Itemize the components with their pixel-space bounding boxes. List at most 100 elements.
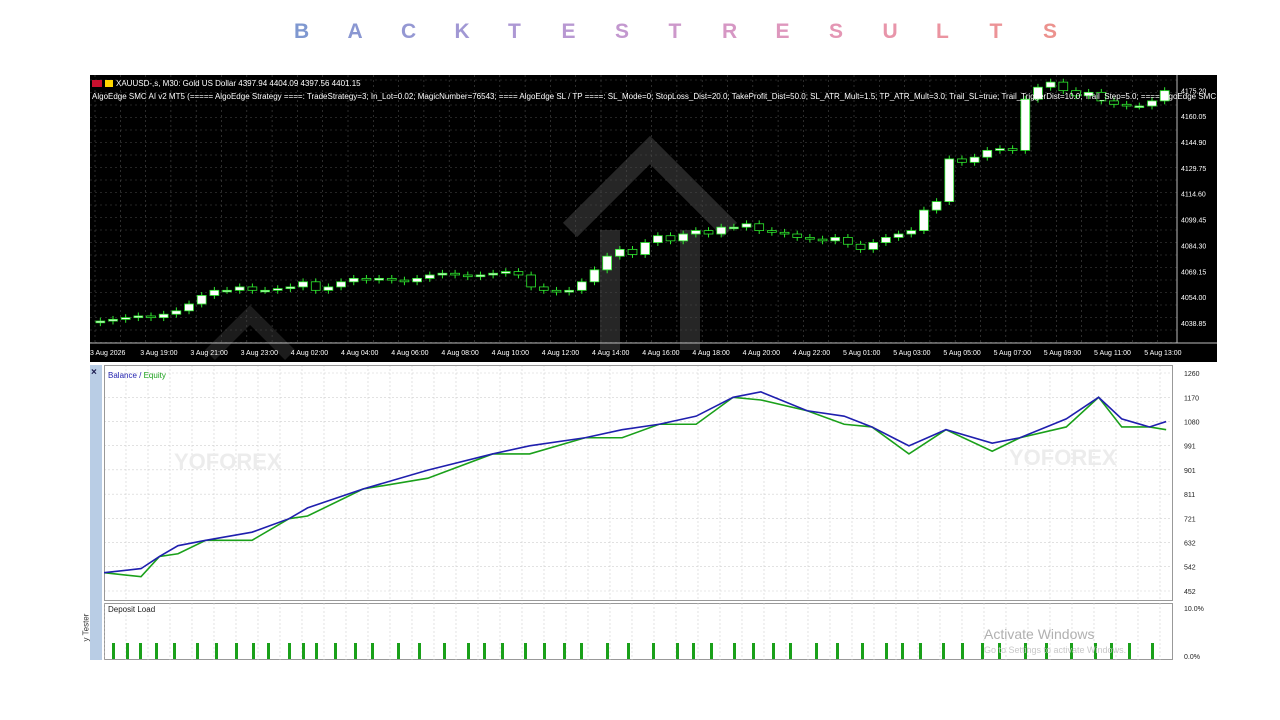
equity-tick-label: 811 [1184,492,1195,499]
tester-tab-label[interactable]: y Tester [81,614,90,642]
deposit-load-bar [139,643,142,659]
equity-tick-label: 1170 [1184,395,1199,402]
deposit-load-bar [692,643,695,659]
deposit-load-bar [443,643,446,659]
candle-body [184,303,194,312]
deposit-load-bar [580,643,583,659]
time-tick-label: 4 Aug 12:00 [542,350,579,357]
title-letter: S [1043,20,1058,43]
equity-line [104,396,1167,578]
deposit-load-bar [885,643,888,659]
deposit-load-bar [652,643,655,659]
candle-body [437,272,448,276]
candle-body [602,255,612,271]
candle-body [881,237,891,243]
deposit-load-bar [235,643,238,659]
candle-body [576,281,587,291]
deposit-tick-label: 0.0% [1184,654,1200,660]
equity-tick-label: 1080 [1184,420,1200,427]
deposit-load-bar [789,643,792,659]
deposit-load-bar [606,643,609,659]
time-tick-label: 4 Aug 06:00 [391,350,428,357]
equity-tick-label: 542 [1184,565,1196,572]
deposit-load-bar [315,643,318,659]
candle-body [260,289,270,293]
watermark-text: YOFOREX [174,449,282,474]
time-tick-label: 4 Aug 08:00 [441,350,478,357]
deposit-load-bar [919,643,922,659]
candle-body [272,288,283,291]
price-tick-label: 4114.60 [1181,192,1206,199]
candle-body [779,231,790,235]
candle-body [703,230,714,235]
candle-body [298,281,308,288]
candle-body [247,286,258,291]
price-tick-label: 4054.00 [1181,295,1206,302]
tester-side-strip[interactable]: × y Tester [81,365,102,660]
time-tick-label: 5 Aug 01:00 [843,350,880,357]
chart-symbol-text: XAUUSD-,s, M30: Gold US Dollar 4397.94 4… [116,79,361,88]
equity-tick-label: 901 [1184,468,1196,475]
candle-body [386,277,397,281]
watermark-text: YOFOREX [1009,445,1117,470]
deposit-load-bar [733,643,736,659]
candle-body [424,274,435,279]
title-letter: T [989,20,1003,43]
balance-line [104,391,1167,574]
deposit-load-bar [155,643,158,659]
deposit-load-bar [418,643,421,659]
deposit-load-bar [467,643,470,659]
time-tick-label: 3 Aug 21:00 [190,350,227,357]
deposit-load-bar [942,643,945,659]
candle-body [678,233,689,242]
title-letter: S [829,20,844,43]
price-tick-label: 4099.45 [1181,218,1206,225]
candle-body [855,243,866,250]
deposit-load-bar [901,643,904,659]
candle-body [450,272,460,276]
candle-body [348,277,359,283]
title-letter: A [347,20,363,43]
time-tick-label: 4 Aug 20:00 [743,350,780,357]
price-tick-label: 4129.75 [1181,166,1206,173]
time-tick-label: 3 Aug 19:00 [140,350,177,357]
price-tick-label: 4160.05 [1181,114,1206,121]
candle-body [767,230,777,233]
candle-body [944,158,955,202]
deposit-load-bar [961,643,964,659]
balance-equity-legend: Balance / Equity [108,371,166,380]
title-letter: K [454,20,470,43]
time-tick-label: 5 Aug 13:00 [1144,350,1181,357]
deposit-load-bar [334,643,337,659]
price-chart-svg: 4175.204160.054144.904129.754114.604099.… [90,75,1217,360]
candle-body [995,148,1005,151]
activate-windows-subtitle: Go to Settings to activate Windows. [984,645,1127,655]
time-tick-label: 4 Aug 10:00 [492,350,529,357]
candle-body [627,248,638,255]
time-tick-label: 4 Aug 16:00 [642,350,679,357]
title-letter: B [294,20,310,43]
balance-label: Balance [108,371,137,380]
candle-body [513,271,524,276]
deposit-load-bar [1151,643,1154,659]
candle-body [1134,105,1145,108]
candle-body [665,235,676,242]
chart-params-line: AlgoEdge SMC AI v2 MT5 (===== AlgoEdge S… [92,92,1217,101]
candle-body [805,237,815,240]
time-tick-label: 5 Aug 07:00 [994,350,1031,357]
candle-body [868,242,879,250]
close-icon[interactable]: × [91,367,97,378]
deposit-load-bar [196,643,199,659]
candle-body [526,274,536,288]
deposit-load-bar [173,643,176,659]
deposit-tick-label: 10.0% [1184,606,1204,613]
time-tick-label: 4 Aug 14:00 [592,350,629,357]
candle-body [741,223,752,228]
candle-body [171,310,182,315]
us-flag-icon [92,80,102,88]
watermark-arrow-icon [205,305,295,360]
deposit-load-bar [288,643,291,659]
candle-body [462,274,473,278]
title-letter: S [615,20,630,43]
deposit-load-bar [861,643,864,659]
